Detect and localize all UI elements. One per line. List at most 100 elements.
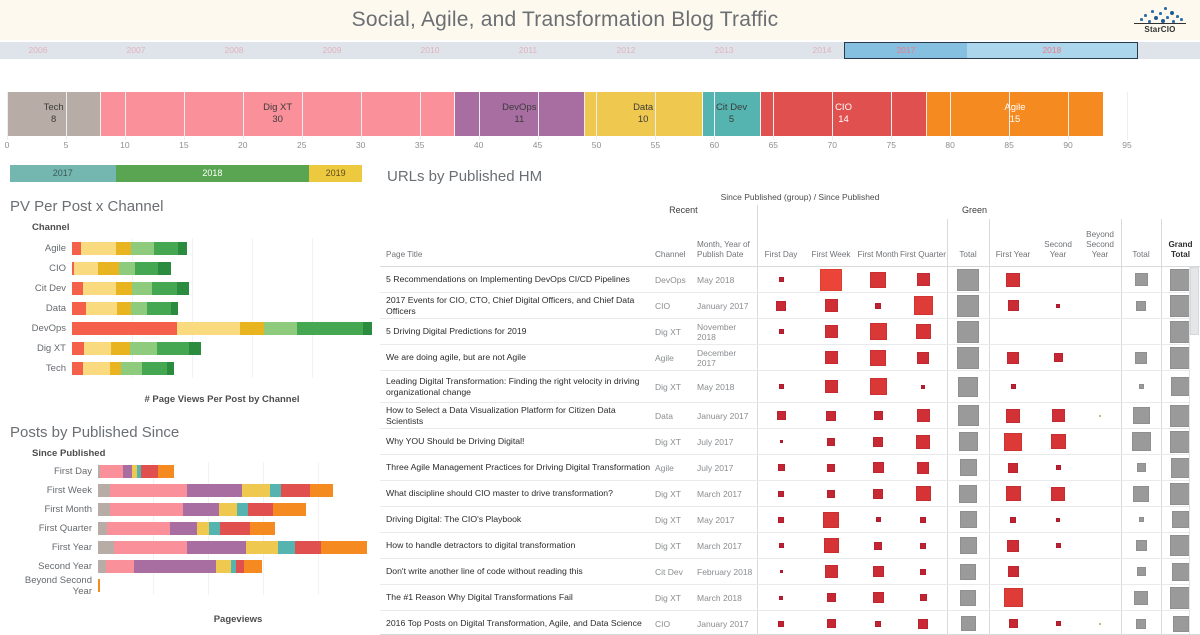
- row-mark-cell[interactable]: [1121, 267, 1161, 292]
- row-mark-cell[interactable]: [1079, 371, 1121, 402]
- row-mark-cell[interactable]: [947, 585, 989, 610]
- row-mark-cell[interactable]: [1121, 533, 1161, 558]
- year-legend-item[interactable]: 2018: [115, 165, 310, 182]
- row-mark-cell[interactable]: [989, 611, 1037, 635]
- row-mark-cell[interactable]: [899, 533, 947, 558]
- table-row[interactable]: 2016 Top Posts on Digital Transformation…: [380, 611, 1200, 635]
- row-mark-cell[interactable]: [805, 345, 857, 370]
- row-mark-cell[interactable]: [757, 559, 805, 584]
- timeline-selection[interactable]: 2017 2018: [843, 42, 1138, 59]
- row-mark-cell[interactable]: [899, 267, 947, 292]
- row-mark-cell[interactable]: [857, 429, 899, 454]
- row-mark-cell[interactable]: [1037, 293, 1079, 318]
- row-mark-cell[interactable]: [757, 319, 805, 344]
- row-mark-cell[interactable]: [1121, 429, 1161, 454]
- year-range-slider[interactable]: 2006200720082009201020112012201320142015…: [0, 42, 1200, 59]
- table-scrollbar[interactable]: [1189, 267, 1200, 635]
- pv-bar[interactable]: [72, 342, 201, 355]
- row-mark-cell[interactable]: [857, 345, 899, 370]
- row-mark-cell[interactable]: [899, 481, 947, 506]
- row-mark-cell[interactable]: [805, 585, 857, 610]
- channel-post-count-bar[interactable]: Tech 8 Dig XT 30 DevOps 11 Data 10 Cit Dev 5 CIO 14…: [7, 92, 1127, 136]
- pv-bar[interactable]: [72, 362, 174, 375]
- row-mark-cell[interactable]: [1121, 345, 1161, 370]
- channel-segment[interactable]: DevOps 11: [454, 92, 585, 136]
- row-mark-cell[interactable]: [1037, 533, 1079, 558]
- channel-segment[interactable]: Data 10: [584, 92, 703, 136]
- row-mark-cell[interactable]: [1121, 455, 1161, 480]
- pv-bar[interactable]: [72, 322, 372, 335]
- row-mark-cell[interactable]: [989, 293, 1037, 318]
- table-column-header[interactable]: First Year: [989, 250, 1037, 260]
- year-legend-item[interactable]: 2017: [10, 165, 116, 182]
- row-mark-cell[interactable]: [857, 455, 899, 480]
- row-mark-cell[interactable]: [899, 507, 947, 532]
- row-mark-cell[interactable]: [757, 429, 805, 454]
- table-column-header[interactable]: First Week: [805, 250, 857, 260]
- row-mark-cell[interactable]: [1121, 507, 1161, 532]
- row-mark-cell[interactable]: [899, 403, 947, 428]
- pv-bar[interactable]: [72, 282, 189, 295]
- row-mark-cell[interactable]: [1079, 403, 1121, 428]
- row-mark-cell[interactable]: [899, 319, 947, 344]
- row-mark-cell[interactable]: [947, 611, 989, 635]
- row-mark-cell[interactable]: [857, 585, 899, 610]
- row-mark-cell[interactable]: [1037, 429, 1079, 454]
- row-mark-cell[interactable]: [947, 507, 989, 532]
- row-mark-cell[interactable]: [857, 371, 899, 402]
- row-mark-cell[interactable]: [1037, 345, 1079, 370]
- row-mark-cell[interactable]: [805, 507, 857, 532]
- pv-bar[interactable]: [72, 262, 171, 275]
- row-mark-cell[interactable]: [947, 267, 989, 292]
- row-mark-cell[interactable]: [1037, 559, 1079, 584]
- year-legend-item[interactable]: 2019: [309, 165, 362, 182]
- table-column-header[interactable]: Page Title: [386, 250, 661, 260]
- table-column-header[interactable]: Second Year: [1037, 240, 1079, 260]
- row-mark-cell[interactable]: [857, 403, 899, 428]
- row-mark-cell[interactable]: [805, 319, 857, 344]
- row-mark-cell[interactable]: [1121, 371, 1161, 402]
- row-mark-cell[interactable]: [947, 481, 989, 506]
- row-mark-cell[interactable]: [1121, 403, 1161, 428]
- row-mark-cell[interactable]: [1079, 455, 1121, 480]
- pv-bar[interactable]: [72, 242, 188, 255]
- row-mark-cell[interactable]: [989, 481, 1037, 506]
- row-mark-cell[interactable]: [757, 507, 805, 532]
- posts-bar[interactable]: [98, 484, 334, 497]
- row-mark-cell[interactable]: [989, 345, 1037, 370]
- channel-segment[interactable]: Dig XT 30: [101, 92, 455, 136]
- row-mark-cell[interactable]: [899, 371, 947, 402]
- row-mark-cell[interactable]: [989, 319, 1037, 344]
- row-mark-cell[interactable]: [1037, 585, 1079, 610]
- row-mark-cell[interactable]: [1037, 371, 1079, 402]
- row-mark-cell[interactable]: [805, 455, 857, 480]
- row-mark-cell[interactable]: [1121, 559, 1161, 584]
- row-mark-cell[interactable]: [857, 559, 899, 584]
- row-mark-cell[interactable]: [805, 267, 857, 292]
- row-mark-cell[interactable]: [1079, 559, 1121, 584]
- row-mark-cell[interactable]: [857, 293, 899, 318]
- table-row[interactable]: We are doing agile, but are not Agile Agi…: [380, 345, 1200, 371]
- posts-bar[interactable]: [98, 579, 100, 592]
- row-mark-cell[interactable]: [1037, 319, 1079, 344]
- row-mark-cell[interactable]: [1037, 267, 1079, 292]
- table-column-header[interactable]: Total: [1121, 250, 1161, 260]
- row-mark-cell[interactable]: [1121, 481, 1161, 506]
- table-row[interactable]: Driving Digital: The CIO's Playbook Dig X…: [380, 507, 1200, 533]
- row-mark-cell[interactable]: [1079, 293, 1121, 318]
- row-mark-cell[interactable]: [857, 507, 899, 532]
- row-mark-cell[interactable]: [1079, 585, 1121, 610]
- table-row[interactable]: How to Select a Data Visualization Platf…: [380, 403, 1200, 429]
- row-mark-cell[interactable]: [1079, 429, 1121, 454]
- channel-segment[interactable]: Agile 15: [926, 92, 1104, 136]
- row-mark-cell[interactable]: [899, 293, 947, 318]
- row-mark-cell[interactable]: [1037, 481, 1079, 506]
- row-mark-cell[interactable]: [805, 403, 857, 428]
- row-mark-cell[interactable]: [757, 403, 805, 428]
- table-row[interactable]: How to handle detractors to digital tran…: [380, 533, 1200, 559]
- row-mark-cell[interactable]: [757, 345, 805, 370]
- table-row[interactable]: 2017 Events for CIO, CTO, Chief Digital …: [380, 293, 1200, 319]
- table-row[interactable]: Why YOU Should be Driving Digital! Dig XT…: [380, 429, 1200, 455]
- row-mark-cell[interactable]: [757, 293, 805, 318]
- row-mark-cell[interactable]: [1037, 403, 1079, 428]
